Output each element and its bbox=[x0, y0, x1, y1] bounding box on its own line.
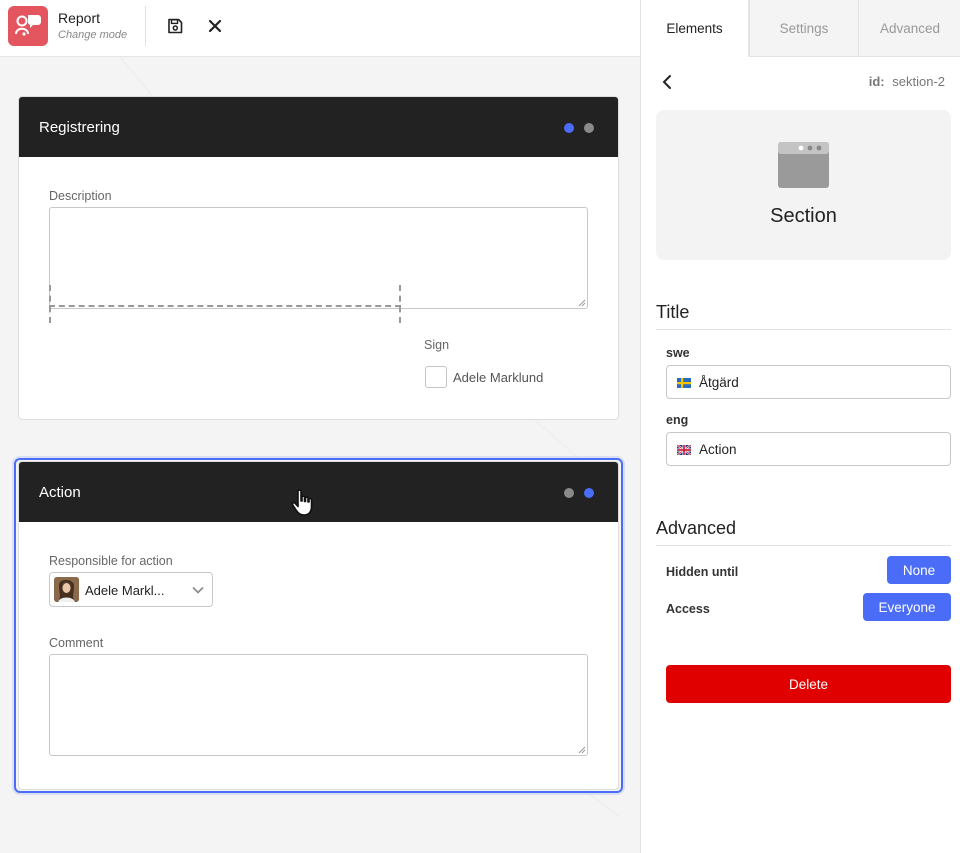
signature-area[interactable] bbox=[49, 285, 401, 323]
sign-checkbox[interactable] bbox=[425, 366, 447, 388]
comment-label: Comment bbox=[49, 636, 104, 650]
tab-advanced[interactable]: Advanced bbox=[858, 0, 960, 57]
back-button[interactable] bbox=[657, 72, 677, 92]
title-input-swe[interactable]: Åtgärd bbox=[666, 365, 951, 399]
resize-grip-icon[interactable] bbox=[578, 299, 586, 307]
view-dot-active[interactable] bbox=[564, 123, 574, 133]
tab-elements[interactable]: Elements bbox=[641, 0, 749, 57]
save-icon bbox=[168, 18, 183, 34]
lang-label-eng: eng bbox=[666, 413, 689, 427]
app-mode-subtitle: Change mode bbox=[58, 29, 128, 41]
view-dot-active[interactable] bbox=[584, 488, 594, 498]
report-app-icon bbox=[15, 15, 41, 36]
panel-tabs: Elements Settings Advanced bbox=[641, 0, 960, 57]
toolbar-divider bbox=[145, 6, 146, 46]
section-header[interactable]: Registrering bbox=[19, 97, 618, 157]
hidden-until-button[interactable]: None bbox=[887, 556, 951, 584]
app-title: Report bbox=[58, 10, 101, 26]
sign-user-name: Adele Marklund bbox=[453, 370, 544, 385]
element-type-name: Section bbox=[770, 205, 837, 227]
resize-grip-icon[interactable] bbox=[578, 746, 586, 754]
element-type-card: Section bbox=[656, 110, 951, 260]
divider bbox=[656, 329, 951, 330]
section-header[interactable]: Action bbox=[19, 462, 618, 522]
section-icon bbox=[778, 142, 829, 188]
view-dot-inactive[interactable] bbox=[564, 488, 574, 498]
hand-cursor-icon bbox=[291, 489, 313, 516]
title-value-eng: Action bbox=[699, 442, 737, 457]
section-card-registrering[interactable]: Registrering Description Sign Adele Mark… bbox=[18, 96, 619, 420]
view-dot-inactive[interactable] bbox=[584, 123, 594, 133]
divider bbox=[656, 545, 951, 546]
element-id: id: sektion-2 bbox=[869, 74, 945, 89]
swedish-flag-icon bbox=[677, 378, 691, 388]
section-card-action[interactable]: Action Responsible for action Adele Mark… bbox=[18, 461, 619, 790]
delete-button[interactable]: Delete bbox=[666, 665, 951, 703]
close-icon bbox=[208, 19, 222, 33]
access-label: Access bbox=[666, 602, 710, 616]
responsible-user-select[interactable]: Adele Markl... bbox=[49, 572, 213, 607]
responsible-user-name: Adele Markl... bbox=[85, 583, 165, 598]
title-section-heading: Title bbox=[656, 302, 690, 322]
save-button[interactable] bbox=[162, 13, 188, 39]
section-title: Registrering bbox=[39, 119, 120, 136]
top-bar: Report Change mode bbox=[0, 0, 640, 57]
id-value: sektion-2 bbox=[892, 74, 945, 89]
close-button[interactable] bbox=[202, 13, 228, 39]
responsible-label: Responsible for action bbox=[49, 554, 173, 568]
properties-panel: Elements Settings Advanced id: sektion-2… bbox=[640, 0, 960, 853]
app-logo[interactable] bbox=[8, 6, 48, 46]
comment-textarea[interactable] bbox=[49, 654, 588, 756]
tab-settings[interactable]: Settings bbox=[749, 0, 858, 57]
lang-label-swe: swe bbox=[666, 346, 690, 360]
access-button[interactable]: Everyone bbox=[863, 593, 951, 621]
avatar bbox=[54, 577, 79, 602]
title-input-eng[interactable]: Action bbox=[666, 432, 951, 466]
chevron-down-icon bbox=[192, 586, 204, 594]
title-value-swe: Åtgärd bbox=[699, 375, 739, 390]
form-canvas: Registrering Description Sign Adele Mark… bbox=[0, 57, 640, 853]
section-title: Action bbox=[39, 484, 81, 501]
uk-flag-icon bbox=[677, 445, 691, 455]
hidden-until-label: Hidden until bbox=[666, 565, 739, 579]
sign-label: Sign bbox=[424, 338, 450, 352]
id-label: id: bbox=[868, 74, 885, 89]
description-label: Description bbox=[49, 189, 112, 203]
chevron-left-icon bbox=[662, 75, 671, 89]
advanced-section-heading: Advanced bbox=[656, 518, 737, 538]
